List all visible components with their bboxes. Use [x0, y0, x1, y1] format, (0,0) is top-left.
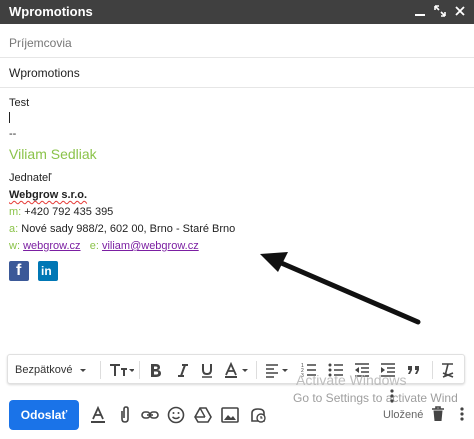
align-button[interactable]: [264, 360, 290, 380]
insert-link-icon[interactable]: [140, 405, 160, 425]
confidential-mode-icon[interactable]: [248, 405, 268, 425]
font-select-label: Bezpätkové: [15, 364, 73, 376]
text-cursor: [9, 112, 10, 123]
quote-button[interactable]: [406, 360, 422, 380]
email-link[interactable]: viliam@webgrow.cz: [102, 240, 199, 252]
address-label: a:: [9, 223, 19, 235]
expand-icon[interactable]: [432, 3, 448, 19]
google-drive-icon[interactable]: [193, 405, 213, 425]
recipients-placeholder: Príjemcovia: [9, 36, 72, 50]
activation-watermark-text: Go to Settings to activate Wind: [293, 391, 458, 405]
toolbar-divider: [100, 361, 101, 379]
more-options-dots-icon[interactable]: [382, 386, 402, 406]
attach-file-icon[interactable]: [115, 405, 135, 425]
phone-value: +420 792 435 395: [24, 206, 114, 218]
web-link[interactable]: webgrow.cz: [23, 240, 80, 252]
facebook-icon[interactable]: f: [9, 261, 29, 281]
italic-icon: [178, 364, 188, 377]
chevron-down-icon: [80, 369, 87, 372]
subject-text: Wpromotions: [9, 66, 80, 80]
saved-status: Uložené: [383, 409, 424, 421]
discard-draft-icon[interactable]: [428, 404, 448, 424]
window-title: Wpromotions: [9, 4, 93, 19]
close-icon[interactable]: [452, 3, 468, 19]
signature-phone-line: m: +420 792 435 395: [9, 206, 113, 218]
signature-company: Webgrow s.r.o.: [9, 189, 88, 201]
phone-label: m:: [9, 206, 22, 218]
text-color-button[interactable]: [224, 360, 250, 380]
font-select[interactable]: Bezpätkové: [15, 360, 88, 380]
more-options-icon[interactable]: [452, 404, 472, 424]
font-size-button[interactable]: [108, 360, 134, 380]
signature-address-line: a: Nové sady 988/2, 602 00, Brno - Staré…: [9, 223, 235, 235]
quote-icon: [408, 366, 419, 374]
email-label: e:: [89, 240, 99, 252]
signature-web-line: w: webgrow.cz e: viliam@webgrow.cz: [9, 240, 199, 252]
toolbar-divider: [139, 361, 140, 379]
address-value: Nové sady 988/2, 602 00, Brno - Staré Br…: [21, 223, 236, 235]
signature-position: Jednateľ: [9, 172, 52, 184]
text-color-icon: [225, 362, 248, 378]
toolbar-divider: [432, 361, 433, 379]
subject-field[interactable]: Wpromotions: [0, 58, 474, 88]
insert-emoji-icon[interactable]: [166, 405, 186, 425]
compose-titlebar: Wpromotions: [0, 0, 474, 24]
insert-photo-icon[interactable]: [220, 405, 240, 425]
text-size-icon: [110, 364, 134, 376]
italic-button[interactable]: [176, 360, 190, 380]
align-left-icon: [266, 364, 288, 378]
body-text: Test: [9, 97, 30, 109]
remove-formatting-icon: [442, 363, 454, 378]
bold-button[interactable]: [148, 360, 162, 380]
linkedin-icon[interactable]: in: [38, 261, 58, 281]
toolbar-divider: [256, 361, 257, 379]
recipients-field[interactable]: Príjemcovia: [0, 28, 474, 58]
minimize-icon[interactable]: [412, 3, 428, 19]
send-button[interactable]: Odoslať: [9, 400, 79, 430]
web-label: w:: [9, 240, 20, 252]
bold-icon: [151, 364, 161, 377]
remove-formatting-button[interactable]: [440, 360, 456, 380]
underline-button[interactable]: [200, 360, 214, 380]
formatting-options-icon[interactable]: [88, 405, 108, 425]
signature-name: Viliam Sedliak: [9, 146, 97, 162]
annotation-arrow: [260, 252, 421, 325]
underline-icon: [202, 364, 212, 378]
signature-separator: --: [9, 128, 17, 140]
